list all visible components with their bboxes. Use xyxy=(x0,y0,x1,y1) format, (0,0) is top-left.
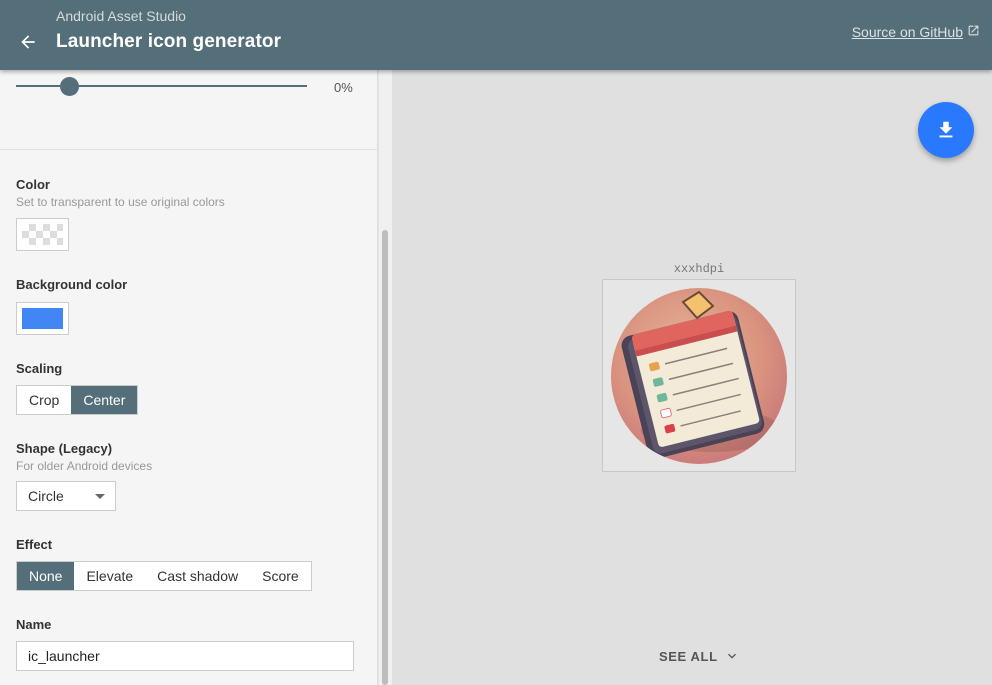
options-sidebar: 0% Color Set to transparent to use origi… xyxy=(0,70,392,685)
back-arrow-icon[interactable] xyxy=(14,28,42,56)
effect-option-score[interactable]: Score xyxy=(250,562,311,590)
shape-select[interactable]: Circle xyxy=(16,481,116,511)
color-hint: Set to transparent to use original color… xyxy=(16,195,225,209)
color-swatch-button[interactable] xyxy=(16,218,69,251)
color-label: Color xyxy=(16,177,50,192)
scaling-option-center[interactable]: Center xyxy=(71,386,138,414)
section-divider xyxy=(0,149,378,150)
sidebar-scrollbar-thumb[interactable] xyxy=(382,230,388,685)
name-input[interactable]: ic_launcher xyxy=(16,641,354,671)
preview-area: xxxhdpi SEE ALL xyxy=(392,70,992,685)
launcher-icon-preview xyxy=(611,288,787,464)
blue-swatch xyxy=(22,308,63,329)
background-color-swatch-button[interactable] xyxy=(16,302,69,335)
effect-option-cast-shadow[interactable]: Cast shadow xyxy=(145,562,250,590)
download-icon xyxy=(939,121,953,138)
background-color-label: Background color xyxy=(16,277,128,292)
padding-slider[interactable]: 0% xyxy=(16,76,356,98)
density-label: xxxhdpi xyxy=(673,262,725,276)
external-link-icon xyxy=(967,24,980,40)
shape-label: Shape (Legacy) xyxy=(16,441,113,456)
dropdown-arrow-icon xyxy=(95,494,105,499)
see-all-button[interactable]: SEE ALL xyxy=(659,648,740,664)
effect-label: Effect xyxy=(16,537,53,552)
scaling-option-crop[interactable]: Crop xyxy=(17,386,71,414)
source-on-github-link[interactable]: Source on GitHub xyxy=(852,24,980,40)
effect-option-elevate[interactable]: Elevate xyxy=(74,562,145,590)
effect-toggle-group: None Elevate Cast shadow Score xyxy=(16,561,312,591)
icon-preview-frame xyxy=(602,279,796,472)
scaling-label: Scaling xyxy=(16,361,63,376)
padding-value: 0% xyxy=(334,80,353,95)
chevron-down-icon xyxy=(727,653,736,659)
slider-thumb[interactable] xyxy=(60,77,79,96)
shape-select-value: Circle xyxy=(28,488,64,504)
transparent-swatch xyxy=(22,224,63,245)
shape-hint: For older Android devices xyxy=(16,459,153,473)
options-panel: 0% Color Set to transparent to use origi… xyxy=(0,70,378,685)
see-all-label: SEE ALL xyxy=(659,648,718,664)
download-button[interactable] xyxy=(918,102,974,158)
scaling-toggle-group: Crop Center xyxy=(16,385,139,415)
name-label: Name xyxy=(16,617,52,632)
effect-option-none[interactable]: None xyxy=(17,562,75,590)
app-title: Android Asset Studio xyxy=(56,8,186,24)
page-title: Launcher icon generator xyxy=(56,31,282,52)
github-link-label: Source on GitHub xyxy=(851,24,963,40)
app-header: Android Asset Studio Launcher icon gener… xyxy=(0,0,992,70)
